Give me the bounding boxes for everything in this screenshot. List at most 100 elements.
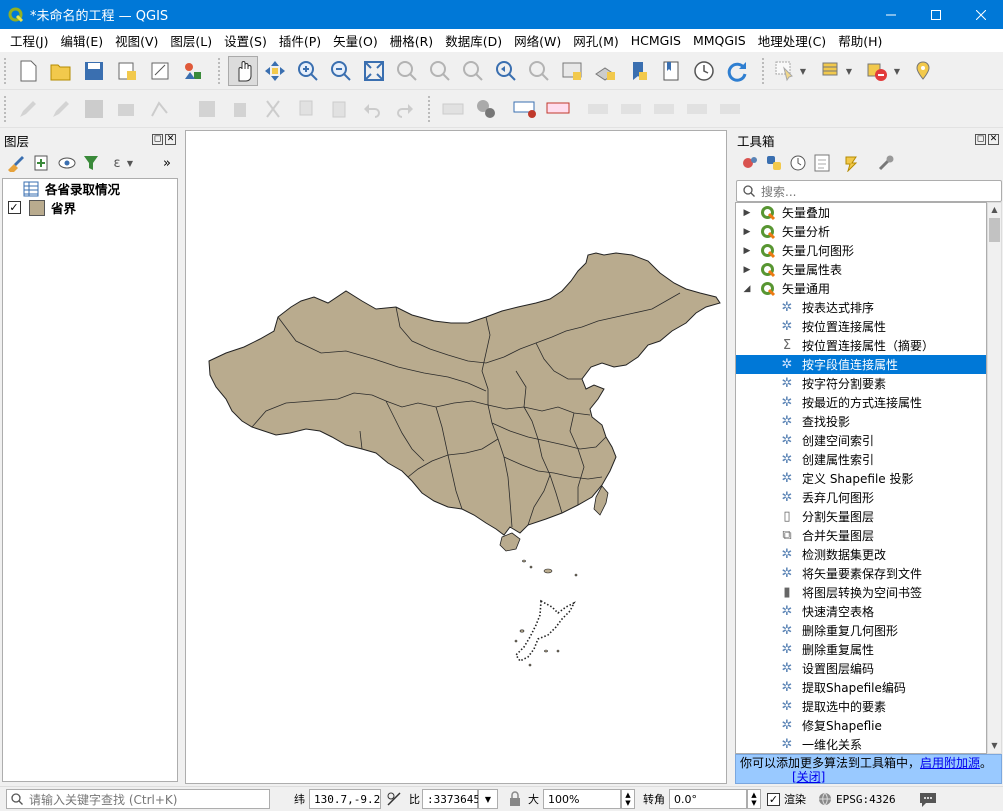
add-group-icon[interactable] [30,152,52,174]
toggle-editing-icon[interactable] [48,96,74,122]
python-icon[interactable] [763,152,785,174]
maximize-button[interactable] [913,0,958,29]
layer-visibility-checkbox[interactable]: ✓ [7,201,21,214]
pin-labels-icon[interactable] [512,96,538,122]
history-icon[interactable] [787,152,809,174]
rotation-spinner[interactable]: ▲ ▼ [747,789,761,809]
new-3d-map-icon[interactable] [592,58,618,84]
models-icon[interactable] [739,152,761,174]
menu-item[interactable]: 插件(P) [273,31,327,50]
toolbox-algorithm[interactable]: ✲ 按表达式排序 [736,298,986,317]
magnifier-spinner[interactable]: ▲ ▼ [621,789,635,809]
messages-icon[interactable] [918,790,938,808]
new-bookmark-icon[interactable] [625,58,651,84]
menu-item[interactable]: 网络(W) [508,31,567,50]
scale-field[interactable]: :33736456 [422,789,487,809]
float-panel-icon[interactable]: ◻ [152,134,163,145]
select-by-value-icon[interactable] [818,58,844,84]
toolbox-algorithm[interactable]: ▯ 分割矢量图层 [736,507,986,526]
toolbox-algorithm[interactable]: ✲ 创建属性索引 [736,450,986,469]
toolbox-group[interactable]: ▶ 矢量几何图形 [736,241,986,260]
menu-item[interactable]: 设置(S) [218,31,273,50]
toolbox-group[interactable]: ▶ 矢量属性表 [736,260,986,279]
toolbox-algorithm[interactable]: ⧉ 合并矢量图层 [736,526,986,545]
open-styling-icon[interactable] [4,152,26,174]
magnifier-field[interactable]: 100% [543,789,621,809]
undo-icon[interactable] [359,96,385,122]
expand-down-icon[interactable]: ◢ [740,284,754,294]
change-label-icon[interactable] [651,96,677,122]
move-label-icon[interactable] [585,96,611,122]
menu-item[interactable]: 图层(L) [164,31,218,50]
menu-item[interactable]: HCMGIS [625,33,687,48]
toolbox-algorithm[interactable]: ▮ 将图层转换为空间书签 [736,583,986,602]
minimize-button[interactable] [868,0,913,29]
enable-sources-link[interactable]: 启用附加源 [920,756,980,770]
toolbox-algorithm[interactable]: ✲ 提取Shapefile编码 [736,678,986,697]
current-edits-icon[interactable] [15,96,41,122]
zoom-to-layer-icon[interactable] [427,58,453,84]
menu-item[interactable]: 地理处理(C) [752,31,832,50]
toolbox-group[interactable]: ◢ 矢量通用 [736,279,986,298]
expand-right-icon[interactable]: ▶ [740,208,754,218]
scroll-up-icon[interactable]: ▲ [988,203,1001,217]
scroll-down-icon[interactable]: ▼ [988,739,1001,753]
toolbar-grip[interactable] [218,58,222,84]
toolbox-algorithm[interactable]: ✲ 按字符分割要素 [736,374,986,393]
toolbox-algorithm[interactable]: ✲ 提取选中的要素 [736,697,986,716]
layer-item-table[interactable]: 各省录取情况 [3,179,177,198]
toolbar-grip[interactable] [4,96,8,122]
cut-features-icon[interactable] [260,96,286,122]
deselect-all-icon[interactable] [864,58,890,84]
toolbox-algorithm[interactable]: ✲ 查找投影 [736,412,986,431]
rotation-field[interactable]: 0.0° [669,789,747,809]
expand-right-icon[interactable]: ▶ [740,265,754,275]
toolbox-scrollbar[interactable]: ▲ ▼ [987,202,1002,754]
toolbox-algorithm[interactable]: ✲ 丢弃几何图形 [736,488,986,507]
style-manager-icon[interactable] [180,58,206,84]
save-edits-icon[interactable] [81,96,107,122]
close-notice-link[interactable]: [关闭] [792,770,825,784]
chevron-down-icon[interactable]: ▼ [842,58,856,84]
toolbox-algorithm[interactable]: ✲ 修复Shapeflie [736,716,986,735]
toolbar-grip[interactable] [428,96,432,122]
toolbar-grip[interactable] [762,58,766,84]
filter-legend-icon[interactable] [80,152,102,174]
toolbox-algorithm[interactable]: ✲ 按字段值连接属性 [736,355,986,374]
edit-features-in-place-icon[interactable] [841,152,863,174]
menu-item[interactable]: 矢量(O) [327,31,384,50]
save-project-icon[interactable] [81,58,107,84]
toolbox-algorithm[interactable]: ✲ 定义 Shapefile 投影 [736,469,986,488]
layer-labeling-icon[interactable] [473,96,499,122]
chevron-down-icon[interactable]: ▼ [796,58,810,84]
toolbox-algorithm[interactable]: ✲ 将矢量要素保存到文件 [736,564,986,583]
layout-manager-icon[interactable] [147,58,173,84]
new-print-layout-icon[interactable] [114,58,140,84]
toolbox-algorithm[interactable]: ✲ 一维化关系 [736,735,986,753]
coordinate-field[interactable]: 130.7,-9.2 [309,789,381,809]
menu-item[interactable]: 视图(V) [109,31,164,50]
temporal-controller-icon[interactable] [691,58,717,84]
zoom-in-icon[interactable] [295,58,321,84]
toolbox-search-input[interactable]: 搜索... [736,180,1002,202]
chevron-down-icon[interactable]: ▼ [124,152,136,174]
copy-features-icon[interactable] [293,96,319,122]
new-map-view-icon[interactable] [559,58,585,84]
toolbox-algorithm[interactable]: ✲ 删除重复几何图形 [736,621,986,640]
refresh-icon[interactable] [724,58,750,84]
scale-dropdown-icon[interactable]: ▼ [478,789,498,809]
options-icon[interactable] [875,152,897,174]
render-checkbox[interactable]: ✓ [767,792,780,806]
toggle-extents-icon[interactable] [385,790,403,808]
paste-features-icon[interactable] [326,96,352,122]
expand-right-icon[interactable]: ▶ [740,246,754,256]
modify-attributes-icon[interactable] [194,96,220,122]
rotate-label-icon[interactable] [618,96,644,122]
chevron-down-icon[interactable]: ▼ [890,58,904,84]
show-labels-icon[interactable] [545,96,571,122]
more-tools-icon[interactable]: » [158,152,176,174]
menu-item[interactable]: 工程(J) [4,31,54,50]
toolbox-algorithm[interactable]: ✲ 删除重复属性 [736,640,986,659]
close-panel-icon[interactable]: ✕ [988,134,999,145]
menu-item[interactable]: 网孔(M) [567,31,625,50]
